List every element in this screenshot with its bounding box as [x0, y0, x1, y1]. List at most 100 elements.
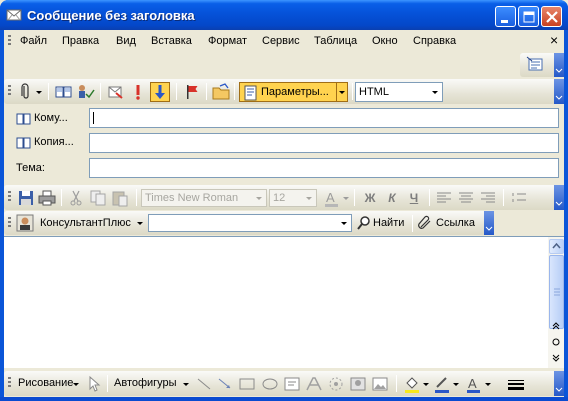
- options-button[interactable]: Параметры...: [239, 82, 348, 102]
- menu-view[interactable]: Вид: [116, 35, 136, 47]
- consultant-menu-label: КонсультантПлюс: [40, 217, 131, 229]
- insert-picture-icon[interactable]: [370, 374, 390, 394]
- low-importance-button[interactable]: [150, 82, 170, 102]
- copy-icon[interactable]: [88, 188, 108, 208]
- font-size-select[interactable]: 12: [269, 189, 317, 207]
- clip-art-icon[interactable]: [348, 374, 368, 394]
- close-button[interactable]: [541, 6, 562, 27]
- chevron-down-icon: [485, 226, 493, 231]
- menu-help[interactable]: Справка: [413, 35, 456, 47]
- cc-label: Копия...: [34, 136, 74, 148]
- line-color-icon[interactable]: [432, 374, 452, 394]
- signature-icon[interactable]: [106, 82, 126, 102]
- title-bar[interactable]: Сообщение без заголовка: [0, 0, 568, 30]
- fill-color-icon[interactable]: [402, 374, 422, 394]
- envelope-options-icon[interactable]: [526, 55, 546, 75]
- autoshapes-menu-button[interactable]: Автофигуры: [112, 374, 192, 394]
- font-name-select[interactable]: Times New Roman: [141, 189, 267, 207]
- font-color-dropdown-icon[interactable]: [484, 374, 493, 394]
- cut-icon[interactable]: [66, 188, 86, 208]
- address-book-icon: [16, 113, 31, 125]
- find-label: Найти: [373, 217, 405, 229]
- scroll-thumb[interactable]: [549, 255, 564, 329]
- bold-button[interactable]: Ж: [360, 188, 380, 208]
- chevron-down-icon: [555, 201, 563, 206]
- align-center-icon[interactable]: [456, 188, 476, 208]
- print-icon[interactable]: [37, 188, 57, 208]
- formatting-toolbar-grip[interactable]: [8, 191, 11, 203]
- line-style-icon[interactable]: [506, 374, 526, 394]
- font-color-dropdown-icon[interactable]: [342, 188, 351, 208]
- high-importance-icon[interactable]: [128, 82, 148, 102]
- underline-button[interactable]: Ч: [404, 188, 424, 208]
- fill-color-dropdown-icon[interactable]: [422, 374, 431, 394]
- cc-button[interactable]: Копия...: [16, 134, 86, 152]
- menu-insert[interactable]: Вставка: [151, 35, 192, 47]
- menu-tools[interactable]: Сервис: [262, 35, 300, 47]
- oval-tool-icon[interactable]: [260, 374, 280, 394]
- menu-file[interactable]: Файл: [20, 35, 47, 47]
- align-left-icon[interactable]: [434, 188, 454, 208]
- text-box-icon[interactable]: [282, 374, 302, 394]
- find-button[interactable]: Найти: [355, 213, 411, 233]
- menu-window[interactable]: Окно: [372, 35, 398, 47]
- toolbar-options-chevron[interactable]: [554, 371, 564, 396]
- menu-format[interactable]: Формат: [208, 35, 247, 47]
- line-tool-icon[interactable]: [194, 374, 214, 394]
- standard-toolbar-grip[interactable]: [8, 85, 11, 97]
- check-names-icon[interactable]: [76, 82, 96, 102]
- chevron-down-icon: [555, 95, 563, 100]
- toolbar-options-chevron[interactable]: [554, 53, 564, 77]
- wordart-icon[interactable]: [304, 374, 324, 394]
- double-arrow-up-icon: [552, 322, 560, 330]
- window-frame-bottom: [0, 397, 568, 401]
- paperclip-icon: [418, 215, 431, 229]
- paste-icon[interactable]: [110, 188, 130, 208]
- toolbar-options-chevron[interactable]: [484, 211, 494, 235]
- to-button[interactable]: Кому...: [16, 110, 86, 128]
- permission-folder-icon[interactable]: [211, 82, 231, 102]
- options-dropdown-button[interactable]: [336, 83, 347, 101]
- next-object-button[interactable]: [551, 353, 561, 365]
- draw-menu-button[interactable]: Рисование: [16, 374, 82, 394]
- menu-bar-grip[interactable]: [8, 35, 11, 47]
- italic-button[interactable]: К: [382, 188, 402, 208]
- menu-table[interactable]: Таблица: [314, 35, 357, 47]
- previous-object-button[interactable]: [551, 321, 561, 333]
- arrow-tool-icon[interactable]: [215, 374, 235, 394]
- menu-edit[interactable]: Правка: [62, 35, 99, 47]
- attach-icon[interactable]: [16, 82, 36, 102]
- font-color-icon[interactable]: A: [464, 374, 484, 394]
- toolbar-options-chevron[interactable]: [554, 185, 564, 210]
- consultant-toolbar-grip[interactable]: [8, 217, 11, 229]
- chevron-down-icon: [256, 197, 262, 200]
- toolbar-options-chevron[interactable]: [554, 79, 564, 104]
- cc-field[interactable]: [89, 133, 559, 153]
- select-objects-icon[interactable]: [84, 374, 104, 394]
- to-field[interactable]: [89, 108, 559, 128]
- subject-field[interactable]: [89, 158, 559, 178]
- diagram-icon[interactable]: [326, 374, 346, 394]
- select-browse-object-button[interactable]: [551, 337, 561, 349]
- consultant-search-input[interactable]: [148, 214, 352, 232]
- maximize-button[interactable]: [518, 6, 539, 27]
- close-document-button[interactable]: ×: [550, 32, 558, 48]
- numbered-list-icon[interactable]: [509, 188, 529, 208]
- font-color-icon[interactable]: A: [322, 188, 342, 208]
- drawing-toolbar-grip[interactable]: [8, 377, 11, 389]
- link-button[interactable]: Ссылка: [416, 213, 482, 233]
- align-right-icon[interactable]: [478, 188, 498, 208]
- consultant-menu-button[interactable]: КонсультантПлюс: [16, 213, 146, 233]
- rectangle-tool-icon[interactable]: [237, 374, 257, 394]
- attach-dropdown-icon[interactable]: [35, 82, 44, 102]
- minimize-button[interactable]: [495, 6, 516, 27]
- save-icon[interactable]: [16, 188, 36, 208]
- address-book-icon[interactable]: [54, 82, 74, 102]
- message-body-editor[interactable]: [4, 236, 548, 368]
- window-client-area: Файл Правка Вид Вставка Формат Сервис Та…: [4, 30, 564, 397]
- line-color-dropdown-icon[interactable]: [452, 374, 461, 394]
- scroll-up-button[interactable]: [549, 239, 564, 254]
- follow-up-flag-icon[interactable]: [182, 82, 202, 102]
- message-format-select[interactable]: HTML: [355, 82, 443, 102]
- vertical-scrollbar[interactable]: [548, 236, 564, 368]
